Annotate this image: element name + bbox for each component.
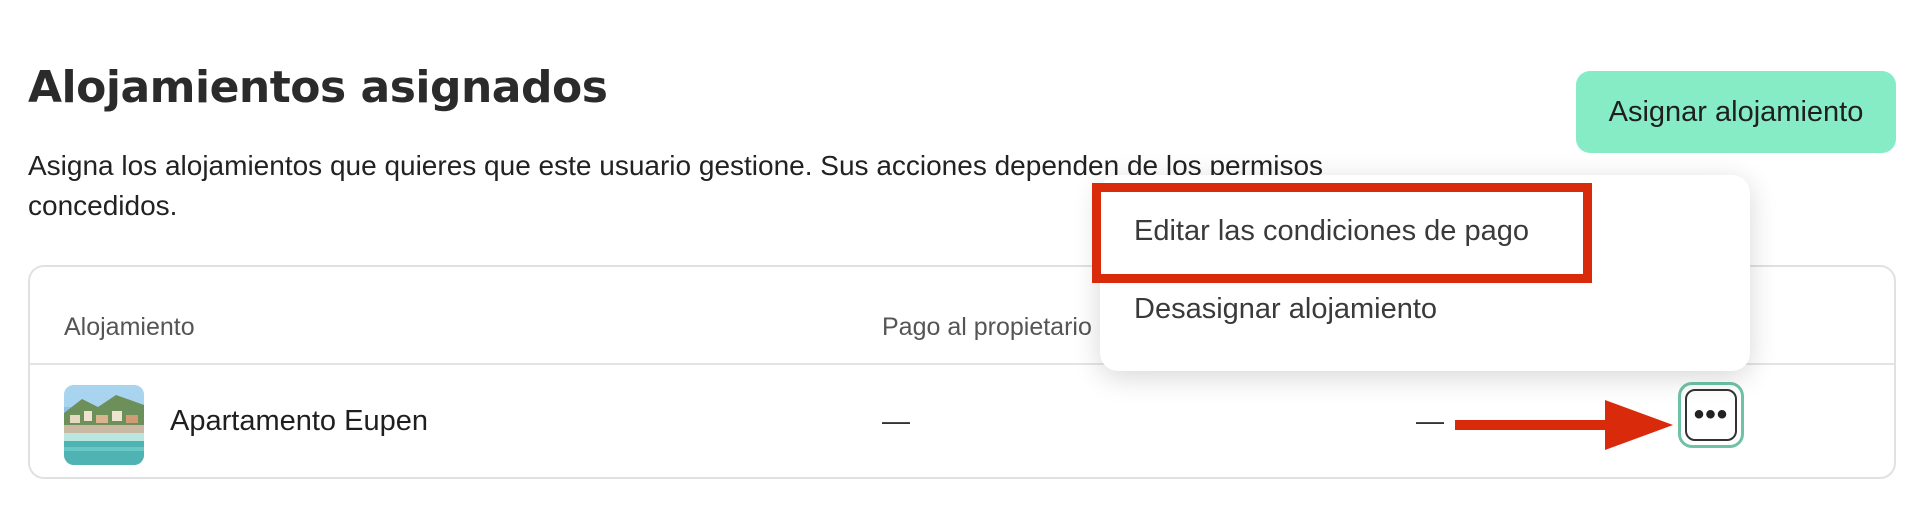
row-actions-menu: Editar las condiciones de pago Desasigna… [1100, 175, 1750, 371]
property-name[interactable]: Apartamento Eupen [170, 405, 428, 438]
more-options-button[interactable]: ••• [1678, 382, 1744, 448]
assign-property-button[interactable]: Asignar alojamiento [1576, 71, 1896, 153]
assigned-properties-page: Alojamientos asignados Asigna los alojam… [0, 0, 1930, 510]
column-header-owner-payment: Pago al propietario [882, 313, 1092, 341]
more-options-icon: ••• [1685, 389, 1737, 441]
owner-payment-value: — [882, 405, 910, 436]
page-title: Alojamientos asignados [28, 62, 608, 113]
menu-item-unassign-property[interactable]: Desasignar alojamiento [1134, 293, 1437, 326]
secondary-value: — [1416, 405, 1444, 436]
column-header-property: Alojamiento [64, 313, 195, 341]
property-photo-icon [64, 385, 144, 465]
menu-item-edit-payment-conditions[interactable]: Editar las condiciones de pago [1134, 215, 1529, 248]
property-thumbnail [64, 385, 144, 465]
annotation-arrow-icon [1455, 400, 1673, 450]
